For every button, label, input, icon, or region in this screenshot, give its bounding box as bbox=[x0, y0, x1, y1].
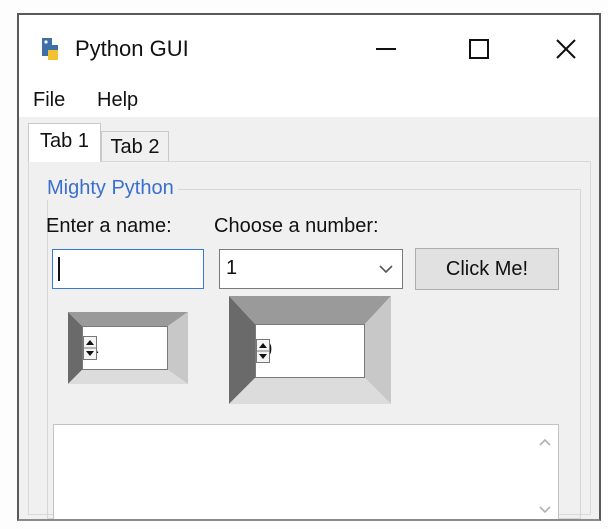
spin-arrows-icon[interactable] bbox=[256, 339, 270, 363]
title-bar[interactable]: Python GUI bbox=[19, 15, 599, 83]
menu-help[interactable]: Help bbox=[97, 89, 138, 112]
number-combobox[interactable]: 1 bbox=[219, 249, 403, 289]
window-title: Python GUI bbox=[75, 36, 189, 61]
spinbox-1[interactable]: 1 bbox=[82, 326, 168, 370]
text-caret bbox=[58, 257, 60, 281]
menu-bar: File Help bbox=[19, 83, 599, 117]
app-window: Python GUI File Help Tab 1 Tab 2 Mighty … bbox=[17, 13, 601, 521]
spinbox-2[interactable]: 0 bbox=[255, 324, 365, 378]
menu-file[interactable]: File bbox=[33, 89, 65, 112]
spinbox-frame-2: 0 bbox=[229, 296, 391, 404]
python-icon bbox=[38, 36, 62, 62]
name-input[interactable] bbox=[52, 249, 204, 289]
maximize-button[interactable] bbox=[459, 33, 499, 65]
maximize-icon bbox=[469, 39, 489, 59]
minimize-button[interactable] bbox=[366, 33, 406, 65]
minimize-icon bbox=[376, 48, 396, 50]
tab-1[interactable]: Tab 1 bbox=[28, 123, 101, 162]
combobox-value: 1 bbox=[226, 257, 238, 279]
spin-arrows-icon[interactable] bbox=[83, 336, 97, 360]
scroll-up-icon[interactable] bbox=[538, 437, 552, 447]
click-me-button[interactable]: Click Me! bbox=[415, 248, 559, 290]
spinbox-frame-1: 1 bbox=[68, 312, 188, 384]
tab-panel: Mighty Python Enter a name: Choose a num… bbox=[28, 161, 591, 519]
scrolled-text-area[interactable] bbox=[53, 424, 559, 519]
tab-2[interactable]: Tab 2 bbox=[101, 131, 169, 162]
close-icon bbox=[556, 39, 576, 59]
chevron-down-icon[interactable] bbox=[378, 263, 394, 275]
scroll-down-icon[interactable] bbox=[538, 505, 552, 515]
group-title: Mighty Python bbox=[43, 177, 178, 200]
number-label: Choose a number: bbox=[214, 215, 379, 237]
name-label: Enter a name: bbox=[46, 215, 172, 237]
close-button[interactable] bbox=[546, 33, 586, 65]
